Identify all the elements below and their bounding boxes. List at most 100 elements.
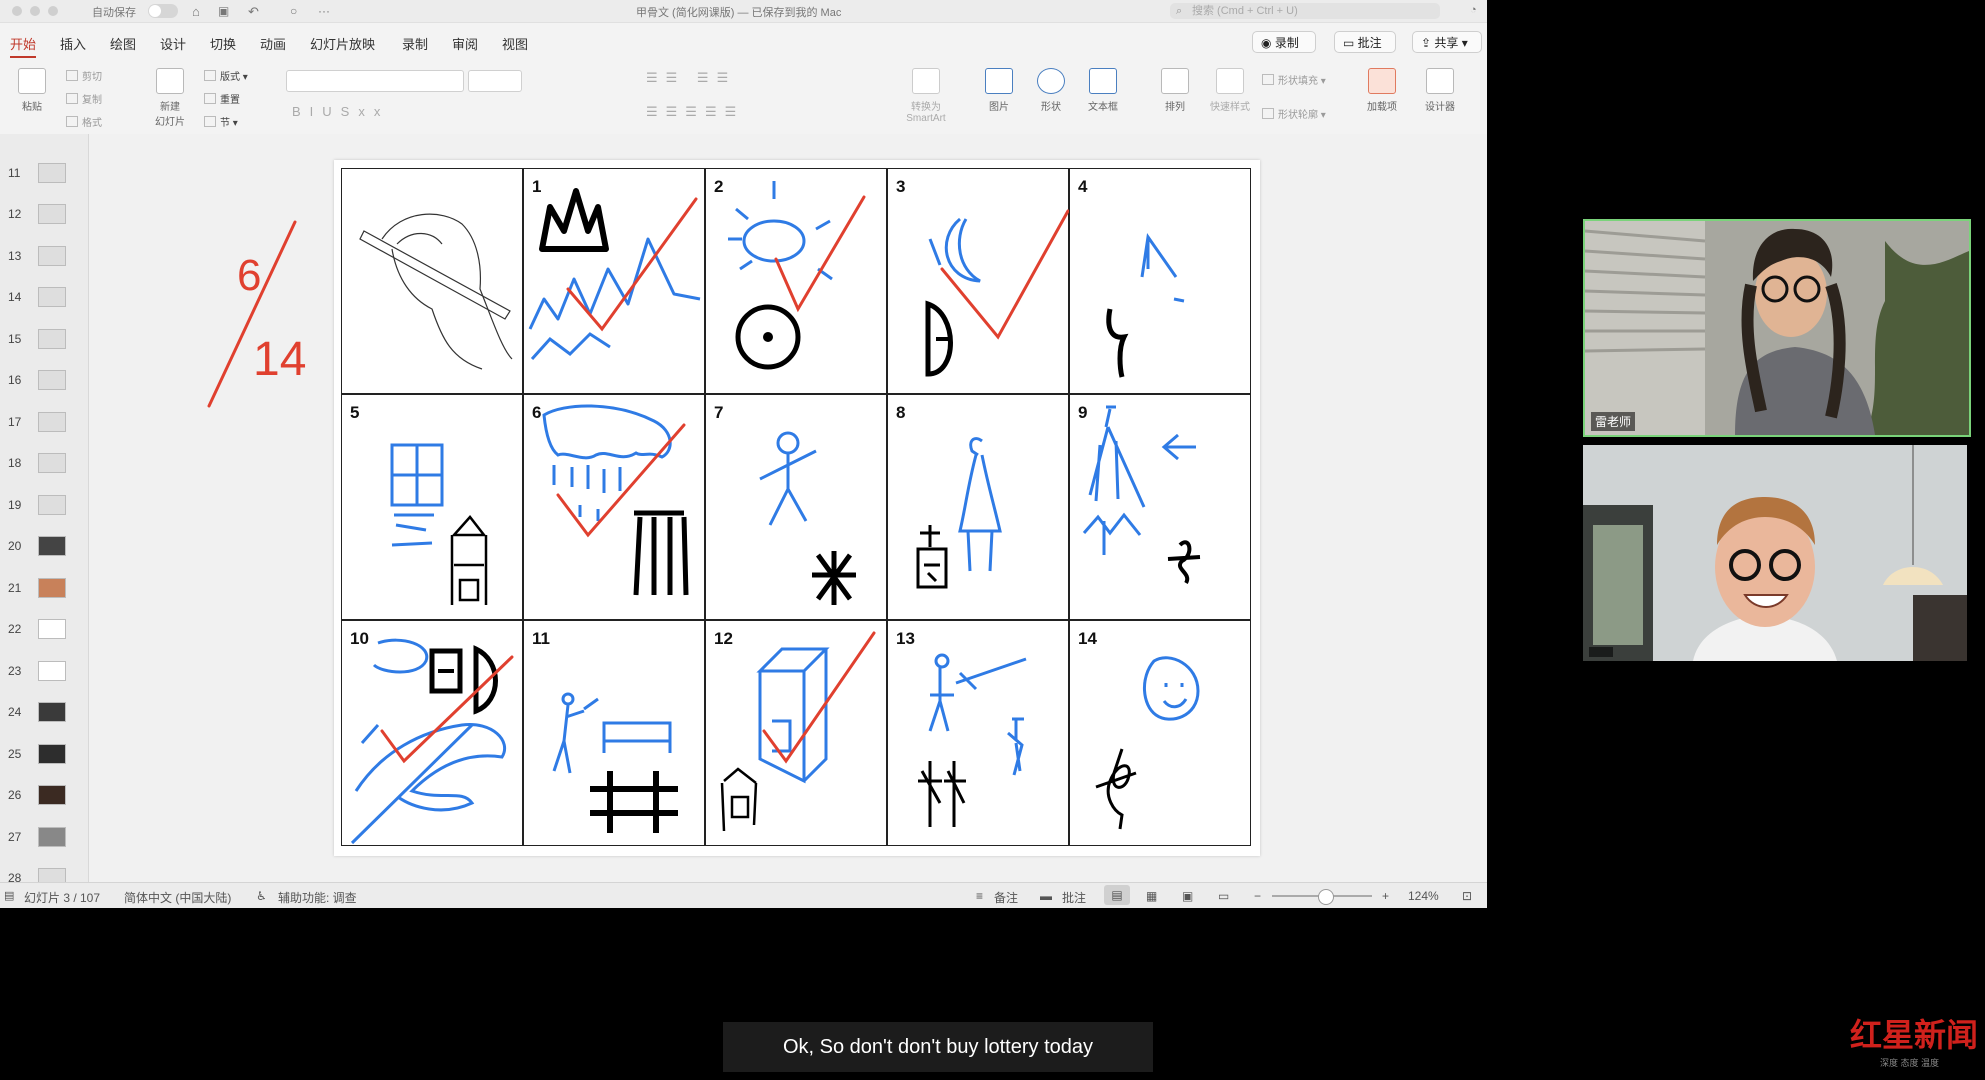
format-painter-button[interactable]: 格式 — [66, 114, 102, 129]
tab-transitions[interactable]: 切换 — [210, 34, 236, 53]
tab-draw[interactable]: 绘图 — [110, 34, 136, 53]
slide-thumbnail[interactable]: 24 — [0, 701, 88, 723]
comments-status-button[interactable]: 批注 — [1062, 889, 1086, 906]
zoom-level[interactable]: 124% — [1408, 889, 1439, 903]
arrange-button[interactable]: 排列 — [1154, 68, 1196, 113]
slide-number: 22 — [8, 622, 22, 636]
paste-button[interactable]: 粘贴 — [12, 68, 52, 113]
tab-slideshow[interactable]: 幻灯片放映 — [310, 34, 375, 53]
addins-button[interactable]: 加载项 — [1360, 68, 1404, 113]
section-button[interactable]: 节 ▾ — [204, 114, 238, 129]
slide-preview — [38, 744, 66, 764]
accessibility-status[interactable]: 辅助功能: 调查 — [278, 889, 357, 906]
tab-animations[interactable]: 动画 — [260, 34, 286, 53]
news-logo-tagline: 深度 态度 温度 — [1880, 1058, 1940, 1068]
language-indicator[interactable]: 简体中文 (中国大陆) — [124, 889, 231, 906]
reading-view-icon[interactable]: ▣ — [1182, 889, 1193, 903]
search-placeholder: 搜索 (Cmd + Ctrl + U) — [1192, 5, 1298, 17]
shape-fill-button[interactable]: 形状填充 ▾ — [1262, 72, 1326, 87]
tab-record[interactable]: 录制 — [402, 34, 428, 53]
zoom-slider-handle[interactable] — [1318, 889, 1334, 905]
account-icon[interactable]: ◔ — [1470, 4, 1477, 16]
slide-sorter-icon[interactable]: ▦ — [1146, 889, 1157, 903]
handwritten-score-annotation: 6 14 — [207, 220, 306, 408]
record-button[interactable]: ◉ 录制 — [1252, 31, 1316, 53]
slideshow-view-icon[interactable]: ▭ — [1218, 889, 1229, 903]
new-slide-button[interactable]: 新建 幻灯片 — [148, 68, 192, 128]
undo-icon[interactable]: ↶ — [248, 4, 259, 20]
comment-icon: ▭ — [1343, 36, 1358, 50]
save-icon[interactable]: ▣ — [218, 4, 229, 18]
slide-thumbnail[interactable]: 19 — [0, 494, 88, 516]
list-buttons[interactable]: ☰☰ ☰☰ — [646, 70, 736, 86]
font-size-select[interactable] — [468, 70, 522, 92]
copy-button[interactable]: 复制 — [66, 91, 102, 106]
rain-character-glyph — [542, 404, 689, 596]
notes-button[interactable]: 备注 — [994, 889, 1018, 906]
shape-outline-button[interactable]: 形状轮廓 ▾ — [1262, 106, 1326, 121]
smartart-button[interactable]: 转换为 SmartArt — [896, 68, 956, 124]
redo-icon[interactable]: ○ — [290, 4, 297, 18]
slide-thumbnail-pane[interactable]: 11 12 13 14 15 16 17 18 19 20 21 22 23 2… — [0, 134, 89, 888]
textbox-label: 文本框 — [1088, 102, 1118, 113]
designer-icon — [1426, 68, 1454, 94]
picture-button[interactable]: 图片 — [978, 68, 1020, 113]
fit-to-window-icon[interactable]: ⊡ — [1462, 889, 1472, 903]
slide-thumbnail[interactable]: 23 — [0, 660, 88, 682]
tab-design[interactable]: 设计 — [160, 34, 186, 53]
sun-character-glyph — [728, 181, 866, 370]
slide-preview — [38, 827, 66, 847]
autosave-toggle[interactable] — [148, 4, 178, 18]
close-window-icon[interactable] — [12, 6, 22, 16]
more-icon[interactable]: ··· — [318, 4, 330, 18]
textbox-button[interactable]: 文本框 — [1082, 68, 1124, 113]
comments-button[interactable]: ▭ 批注 — [1334, 31, 1396, 53]
slide-preview — [38, 370, 66, 390]
slide-thumbnail[interactable]: 14 — [0, 286, 88, 308]
moon-character-glyph — [925, 209, 1070, 377]
share-button[interactable]: ⇪ 共享 ▾ — [1412, 31, 1482, 53]
slide-thumbnail[interactable]: 17 — [0, 411, 88, 433]
slide-thumbnail[interactable]: 20 — [0, 535, 88, 557]
layout-button[interactable]: 版式 ▾ — [204, 68, 248, 83]
slide-thumbnail[interactable]: 22 — [0, 618, 88, 640]
slide-thumbnail[interactable]: 21 — [0, 577, 88, 599]
zoom-out-icon[interactable]: − — [1254, 889, 1261, 903]
tab-view[interactable]: 视图 — [502, 34, 528, 53]
search-input[interactable]: ⌕ 搜索 (Cmd + Ctrl + U) — [1170, 3, 1440, 19]
home-icon[interactable]: ⌂ — [192, 4, 200, 19]
cut-button[interactable]: 剪切 — [66, 68, 102, 83]
slide-thumbnail[interactable]: 12 — [0, 203, 88, 225]
record-button-label: 录制 — [1274, 36, 1299, 50]
tab-review[interactable]: 审阅 — [452, 34, 478, 53]
participant-video-1[interactable]: 雷老师 — [1583, 219, 1971, 437]
tab-home[interactable]: 开始 — [10, 34, 37, 58]
slide-thumbnail[interactable]: 25 — [0, 743, 88, 765]
font-family-select[interactable] — [286, 70, 464, 92]
tab-insert[interactable]: 插入 — [60, 34, 86, 53]
slide-thumbnail[interactable]: 27 — [0, 826, 88, 848]
slide-thumbnail[interactable]: 15 — [0, 328, 88, 350]
font-format-buttons[interactable]: BIUSxx — [292, 104, 389, 119]
slide-thumbnail[interactable]: 11 — [0, 162, 88, 184]
slide-thumbnail[interactable]: 26 — [0, 784, 88, 806]
normal-view-icon[interactable]: ▤ — [1104, 885, 1130, 905]
slide-thumbnail[interactable]: 13 — [0, 245, 88, 267]
quick-styles-button[interactable]: 快速样式 — [1206, 68, 1254, 113]
slide-number: 14 — [8, 290, 22, 304]
slide-preview — [38, 246, 66, 266]
align-buttons[interactable]: ☰☰☰☰☰ — [646, 104, 744, 120]
participant-video-2[interactable] — [1583, 445, 1967, 661]
slide-panel-icon[interactable]: ▤ — [4, 889, 14, 902]
comments-icon: ▬ — [1040, 889, 1052, 903]
zoom-window-icon[interactable] — [48, 6, 58, 16]
smartart-label-1: 转换为 — [911, 102, 941, 113]
slide-thumbnail[interactable]: 16 — [0, 369, 88, 391]
shapes-button[interactable]: 形状 — [1030, 68, 1072, 113]
comments-button-label: 批注 — [1357, 36, 1382, 50]
designer-button[interactable]: 设计器 — [1418, 68, 1462, 113]
minimize-window-icon[interactable] — [30, 6, 40, 16]
reset-button[interactable]: 重置 — [204, 91, 240, 106]
zoom-in-icon[interactable]: + — [1382, 889, 1389, 903]
slide-thumbnail[interactable]: 18 — [0, 452, 88, 474]
